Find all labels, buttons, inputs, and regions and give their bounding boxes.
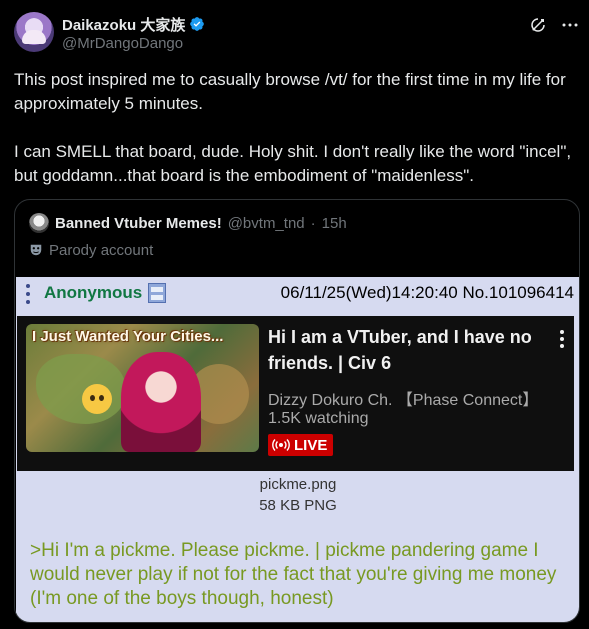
id-flag-icon (148, 283, 166, 303)
vtuber-character-image (121, 352, 201, 452)
verified-badge-icon (190, 17, 205, 31)
quoted-author-name[interactable]: Banned Vtuber Memes! (55, 215, 222, 232)
file-name: pickme.png (259, 476, 337, 493)
grok-icon[interactable] (529, 16, 547, 34)
youtube-card: I Just Wanted Your Cities... Hi I am a V… (17, 316, 574, 471)
header-actions (529, 16, 579, 34)
post-meta: 06/11/25(Wed)14:20:40 No.101096414 (280, 283, 574, 302)
video-title: Hi I am a VTuber, and I have no friends.… (268, 327, 532, 373)
live-label: LIVE (294, 436, 328, 454)
poster-name: Anonymous (44, 283, 143, 302)
quoted-post[interactable]: Banned Vtuber Memes! @bvtm_tnd · 15h Par… (14, 199, 580, 623)
video-thumbnail: I Just Wanted Your Cities... (26, 324, 259, 452)
parody-label-row: Parody account (29, 241, 153, 259)
quoted-author-avatar[interactable] (29, 213, 49, 233)
author-display-name[interactable]: Daikazoku 大家族 (62, 14, 185, 35)
pleading-emoji-icon (82, 384, 112, 414)
author-name-row: Daikazoku 大家族 (62, 14, 205, 34)
live-broadcast-icon (272, 439, 290, 451)
quoted-author-handle[interactable]: @bvtm_tnd (228, 215, 305, 232)
post-header: Daikazoku 大家族 @MrDangoDango (14, 12, 579, 56)
thumbnail-caption: I Just Wanted Your Cities... (32, 328, 224, 345)
quoted-post-time[interactable]: 15h (322, 215, 347, 232)
chan-post-header: Anonymous 06/11/25(Wed)14:20:40 No.10109… (16, 277, 579, 311)
video-channel: Dizzy Dokuro Ch. 【Phase Connect】 (268, 392, 539, 409)
quoted-post-header: Banned Vtuber Memes! @bvtm_tnd · 15h (29, 213, 347, 233)
parody-mask-icon (30, 244, 42, 256)
author-handle[interactable]: @MrDangoDango (62, 35, 183, 52)
post-menu-icon (26, 284, 30, 304)
file-size: 58 KB PNG (259, 497, 337, 514)
video-more-icon (560, 330, 564, 348)
video-watching-count: 1.5K watching (268, 410, 369, 427)
chan-post-image: Anonymous 06/11/25(Wed)14:20:40 No.10109… (16, 277, 579, 622)
post-text: This post inspired me to casually browse… (14, 70, 572, 185)
live-badge: LIVE (268, 434, 334, 456)
greentext-comment: >Hi I'm a pickme. Please pickme. | pickm… (30, 540, 557, 609)
author-avatar[interactable] (14, 12, 54, 52)
separator-dot: · (310, 214, 316, 232)
more-options-icon[interactable] (561, 16, 579, 34)
parody-label: Parody account (49, 241, 154, 259)
